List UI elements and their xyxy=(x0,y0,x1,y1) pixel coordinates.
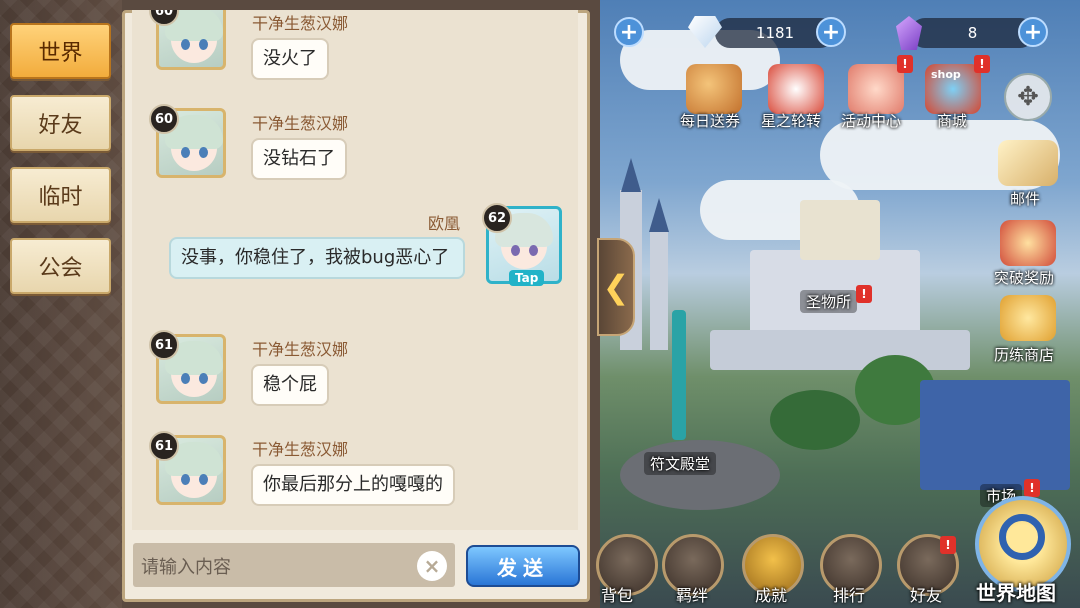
sender-name: 干净生葱汉娜 xyxy=(252,14,349,33)
send-button[interactable]: 发送 xyxy=(466,545,580,587)
relic-place-label[interactable]: 圣物所 xyxy=(800,290,858,313)
rune-hall-label[interactable]: 符文殿堂 xyxy=(644,452,717,475)
mail-label: 邮件 xyxy=(1010,190,1041,208)
daily-voucher-icon[interactable] xyxy=(686,64,742,114)
relic-alert-badge: ! xyxy=(856,285,872,303)
tab-friends[interactable]: 好友 xyxy=(10,95,111,151)
training-shop-label: 历练商店 xyxy=(994,346,1055,364)
tree xyxy=(770,390,860,450)
tab-temporary[interactable]: 临时 xyxy=(10,167,111,223)
event-center-label: 活动中心 xyxy=(841,112,902,130)
daily-voucher-label: 每日送券 xyxy=(680,112,741,130)
castle-tower xyxy=(650,230,668,350)
castle-roof xyxy=(621,158,641,192)
friends-label: 好友 xyxy=(910,586,943,605)
tap-badge: Tap xyxy=(509,270,545,286)
add-crystal-button[interactable]: + xyxy=(1018,17,1048,47)
temple-book xyxy=(800,200,880,260)
chat-bubble: 没事，你稳住了，我被bug恶心了 xyxy=(169,237,465,280)
level-badge: 61 xyxy=(149,431,179,461)
castle-roof xyxy=(649,198,669,232)
ranking-label: 排行 xyxy=(833,586,866,605)
chat-tab-sidebar xyxy=(0,0,122,608)
level-badge: 61 xyxy=(149,330,179,360)
sender-name: 干净生葱汉娜 xyxy=(252,114,349,133)
achievement-label: 成就 xyxy=(755,586,788,605)
move-arrows-icon[interactable]: ✥ xyxy=(1004,73,1052,121)
crystal-counter: 8 xyxy=(910,18,1035,48)
world-map-label: 世界地图 xyxy=(976,581,1056,605)
chat-log[interactable]: 60 干净生葱汉娜 没火了 60 干净生葱汉娜 没钻石了 欧凰 没事，你稳住了，… xyxy=(132,10,578,530)
chat-bubble: 没钻石了 xyxy=(251,138,347,181)
sender-name: 干净生葱汉娜 xyxy=(252,440,349,459)
sender-name: 干净生葱汉娜 xyxy=(252,340,349,359)
shop-icon[interactable]: shop xyxy=(925,64,981,114)
diamond-count: 1181 xyxy=(755,24,795,42)
friends-alert-badge: ! xyxy=(940,536,956,554)
mail-icon[interactable] xyxy=(998,140,1058,186)
collapse-chat-button[interactable]: ❮ xyxy=(597,238,635,336)
add-diamond-button[interactable]: + xyxy=(816,17,846,47)
chat-bubble: 稳个屁 xyxy=(251,364,329,407)
shop-sign: shop xyxy=(931,68,961,81)
event-alert-badge: ! xyxy=(897,55,913,73)
chat-bubble: 你最后那分上的嘎嘎的 xyxy=(251,464,455,507)
level-badge: 60 xyxy=(149,104,179,134)
magnifier-icon xyxy=(999,514,1045,560)
shop-label: 商城 xyxy=(937,112,968,130)
message-input[interactable]: 请输入内容 xyxy=(133,543,455,587)
market-building xyxy=(920,380,1070,490)
chat-bubble: 没火了 xyxy=(251,38,329,81)
bond-label: 羁绊 xyxy=(676,586,709,605)
training-shop-icon[interactable] xyxy=(1000,295,1056,341)
tab-guild[interactable]: 公会 xyxy=(10,238,111,294)
event-center-icon[interactable] xyxy=(848,64,904,114)
add-currency-button[interactable]: + xyxy=(614,17,644,47)
sender-name: 欧凰 xyxy=(428,214,461,233)
rune-crystal xyxy=(672,310,686,440)
level-badge: 62 xyxy=(482,203,512,233)
bridge xyxy=(710,330,970,370)
star-wheel-label: 星之轮转 xyxy=(761,112,822,130)
star-wheel-icon[interactable] xyxy=(768,64,824,114)
market-alert-badge: ! xyxy=(1024,479,1040,497)
shop-alert-badge: ! xyxy=(974,55,990,73)
breakthrough-reward-label: 突破奖励 xyxy=(994,269,1055,287)
crystal-count: 8 xyxy=(967,24,978,42)
breakthrough-reward-icon[interactable] xyxy=(1000,220,1056,266)
bag-label: 背包 xyxy=(601,586,634,605)
rune-altar xyxy=(620,440,780,510)
clear-input-button[interactable]: × xyxy=(417,551,447,581)
tab-world[interactable]: 世界 xyxy=(10,23,111,79)
